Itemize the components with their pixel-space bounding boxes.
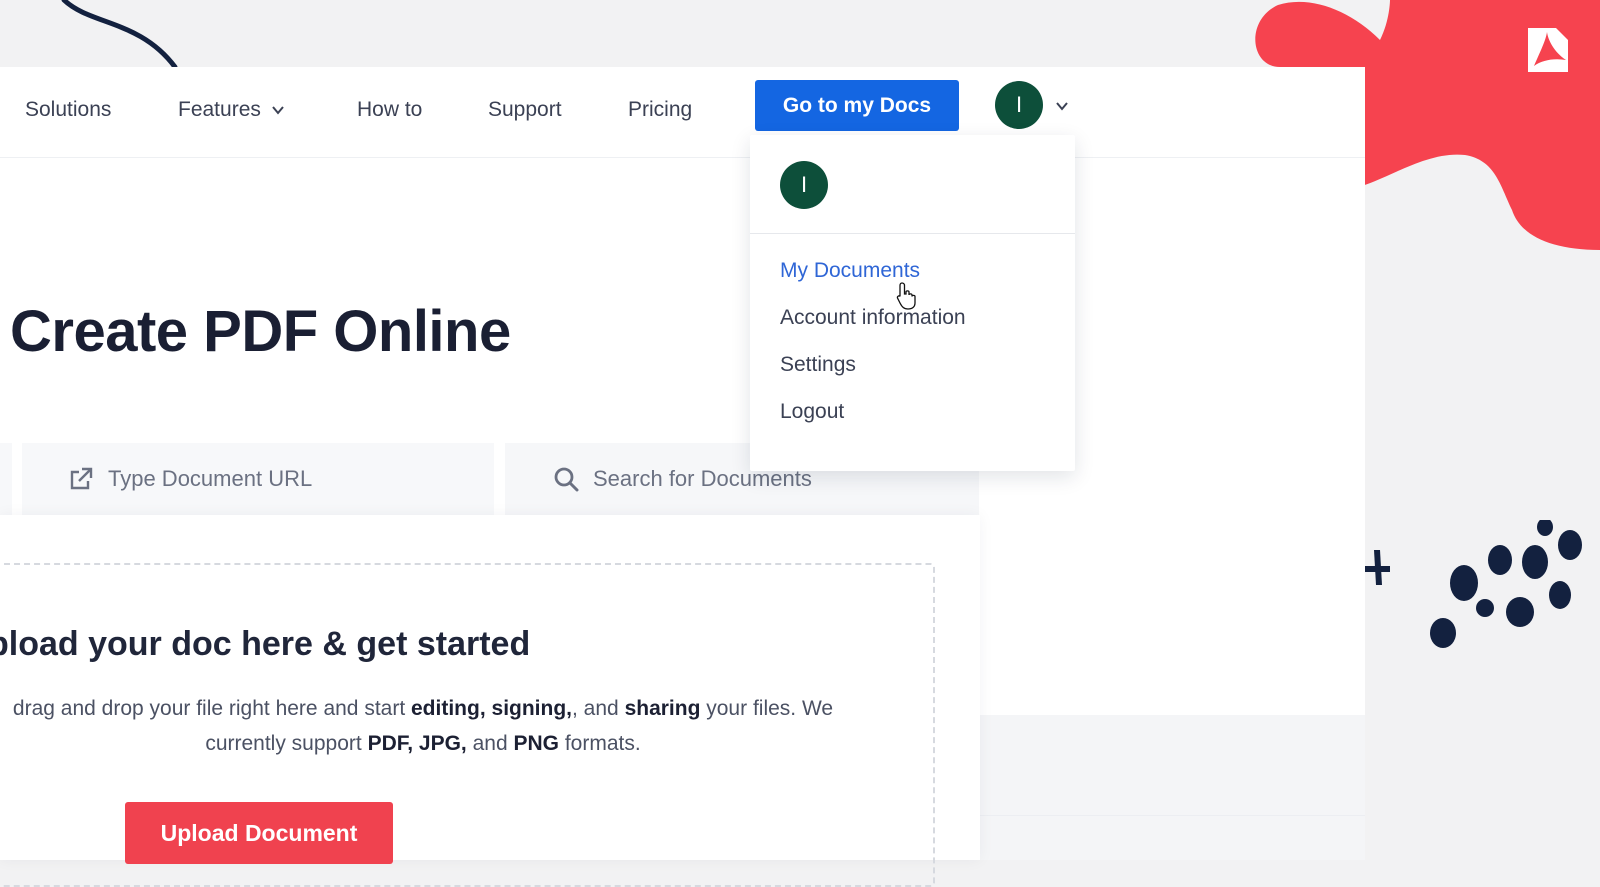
hand-cursor-icon [896, 282, 916, 310]
menu-item-account-information[interactable]: Account information [780, 306, 966, 330]
desc-bold: signing, [491, 697, 573, 720]
nav-item-pricing[interactable]: Pricing [628, 95, 692, 125]
dropdown-header: I [750, 135, 1075, 234]
desc-bold: PNG [513, 732, 559, 755]
tab-label: Type Document URL [108, 466, 313, 491]
upload-card: pload your doc here & get started drag a… [0, 515, 980, 887]
nav-item-solutions[interactable]: Solutions [25, 95, 111, 125]
desc-bold: sharing [624, 697, 701, 720]
chevron-down-icon [272, 106, 284, 115]
menu-item-logout[interactable]: Logout [780, 400, 844, 424]
desc-text: , and [572, 697, 625, 720]
upload-heading: pload your doc here & get started [0, 625, 531, 663]
external-link-icon [70, 467, 93, 490]
go-to-my-docs-button[interactable]: Go to my Docs [755, 80, 959, 131]
menu-item-settings[interactable]: Settings [780, 353, 856, 377]
avatar[interactable]: I [995, 81, 1043, 129]
decorative-curve [61, 0, 178, 70]
avatar: I [780, 161, 828, 209]
divider [980, 815, 1365, 816]
decorative-marks [1360, 520, 1582, 648]
desc-text: drag and drop your file right here and s… [12, 697, 411, 720]
nav-item-how-to[interactable]: How to [357, 95, 422, 125]
page-title: Create PDF Online [10, 299, 511, 364]
nav-item-support[interactable]: Support [488, 95, 562, 125]
desc-text: formats. [559, 732, 641, 755]
tab-document-url[interactable]: Type Document URL [22, 443, 494, 515]
chevron-down-icon[interactable] [1055, 99, 1069, 113]
upload-description: drag and drop your file right here and s… [0, 691, 858, 761]
nav-item-label: Features [178, 98, 261, 121]
top-navbar: Solutions Features How to Support Pricin… [0, 67, 1365, 158]
tab-upload[interactable] [0, 443, 12, 515]
nav-item-features[interactable]: Features [178, 95, 285, 125]
search-icon [554, 467, 579, 492]
upload-document-button[interactable]: Upload Document [125, 802, 393, 864]
desc-bold: PDF, JPG, [367, 732, 467, 755]
desc-text: and [466, 732, 514, 755]
pdf-logo-icon[interactable] [1520, 22, 1576, 78]
desc-bold: editing, [411, 697, 486, 720]
menu-item-my-documents[interactable]: My Documents [780, 259, 920, 283]
